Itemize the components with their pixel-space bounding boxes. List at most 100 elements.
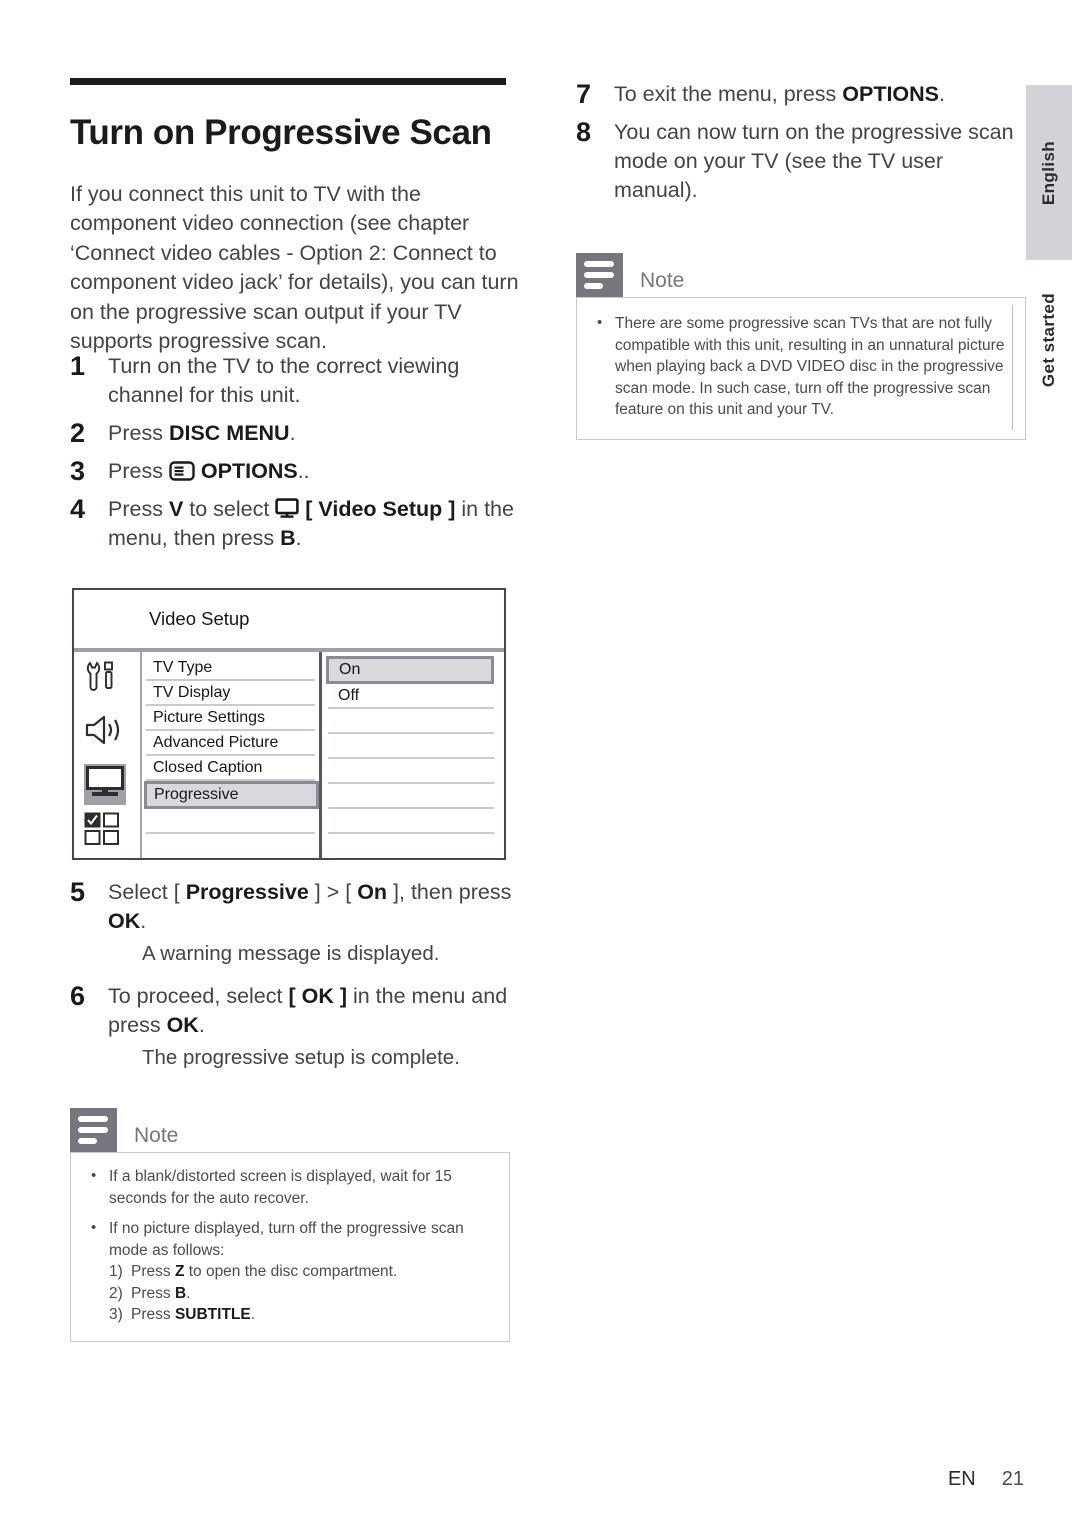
- step-text-plain: Press: [108, 497, 169, 521]
- menu-item-label: [ OK ]: [288, 984, 347, 1008]
- note-icon: [576, 253, 623, 297]
- step-number: 3: [70, 456, 86, 486]
- osd-item[interactable]: TV Type: [146, 656, 315, 681]
- step-number: 8: [576, 117, 592, 147]
- step-text-plain: To proceed, select: [108, 984, 289, 1008]
- note-body: If a blank/distorted screen is displayed…: [70, 1152, 510, 1342]
- title-rule: [70, 78, 506, 85]
- side-tab-section: Get started: [1026, 270, 1072, 410]
- step-text-plain: To exit the menu, press: [614, 82, 843, 106]
- step-text-tail: ], then press: [387, 880, 512, 904]
- note-box-right: Note There are some progressive scan TVs…: [576, 253, 1026, 440]
- step-text-mid: ] > [: [308, 880, 358, 904]
- note-bullet: If a blank/distorted screen is displayed…: [87, 1165, 493, 1209]
- note-sub-text: Press: [131, 1263, 175, 1280]
- intro-paragraph: If you connect this unit to TV with the …: [70, 181, 519, 354]
- tv-monitor-icon: [275, 498, 299, 519]
- page-title: Turn on Progressive Scan: [70, 113, 492, 153]
- note-body: There are some progressive scan TVs that…: [576, 297, 1026, 440]
- step-result-text: The progressive setup is complete.: [142, 1046, 460, 1069]
- osd-value[interactable]: Off: [328, 684, 494, 709]
- step-item: 5 Select [ Progressive ] > [ On ], then …: [70, 878, 518, 968]
- key-label: OK: [108, 909, 141, 933]
- osd-item[interactable]: TV Display: [146, 681, 315, 706]
- osd-item-empty: [146, 809, 315, 834]
- step-text-plain: You can now turn on the progressive scan…: [614, 120, 1014, 202]
- note-sub-tail: .: [250, 1306, 256, 1323]
- osd-item[interactable]: Closed Caption: [146, 756, 315, 781]
- step-item: 4 Press V to select [ Video Setup ] in t…: [70, 495, 518, 553]
- options-menu-icon: [169, 461, 195, 481]
- osd-title: Video Setup: [149, 608, 250, 629]
- side-tab-language: English: [1026, 85, 1072, 260]
- side-tab-language-label: English: [1039, 140, 1058, 205]
- tv-video-icon[interactable]: [84, 764, 126, 805]
- osd-value-empty: [328, 709, 494, 734]
- osd-item[interactable]: Picture Settings: [146, 706, 315, 731]
- tools-setup-icon[interactable]: [84, 660, 122, 699]
- key-label: OPTIONS: [200, 459, 298, 483]
- key-label-nav: V: [168, 497, 184, 521]
- osd-value-selected[interactable]: On: [326, 656, 494, 684]
- step-text-tail: ..: [297, 459, 310, 483]
- note-label: Note: [134, 1124, 179, 1147]
- step-result-text: A warning message is displayed.: [142, 942, 440, 965]
- menu-value-label: On: [357, 880, 388, 904]
- osd-item[interactable]: Advanced Picture: [146, 731, 315, 756]
- step-text-mid: to select: [183, 497, 276, 521]
- speaker-audio-icon[interactable]: [84, 714, 128, 751]
- steps-list-left-bottom: 5 Select [ Progressive ] > [ On ], then …: [70, 878, 518, 1081]
- video-setup-menu-screenshot: Video Setup TV Type TV Display Picture S…: [72, 588, 506, 860]
- osd-header: Video Setup: [74, 590, 504, 652]
- menu-path-label: [ Video Setup ]: [305, 497, 456, 521]
- note-sub-tail: to open the disc compartment.: [184, 1263, 398, 1280]
- step-number: 7: [576, 79, 592, 109]
- note-list: There are some progressive scan TVs that…: [593, 312, 1007, 421]
- step-text-plain: Press: [108, 421, 169, 445]
- key-label: DISC MENU: [168, 421, 290, 445]
- step-number: 6: [70, 981, 86, 1011]
- note-sub-number: 3): [109, 1306, 123, 1323]
- step-item: 3 Press OPTIONS..: [70, 457, 518, 486]
- footer-page-number: 21: [1001, 1468, 1024, 1490]
- step-item: 6 To proceed, select [ OK ] in the menu …: [70, 982, 518, 1072]
- note-icon: [70, 1108, 117, 1152]
- note-sub-text: Press: [131, 1306, 175, 1323]
- osd-value-empty: [328, 834, 494, 859]
- step-number: 5: [70, 877, 86, 907]
- step-item: 1 Turn on the TV to the correct viewing …: [70, 352, 518, 410]
- osd-item-selected[interactable]: Progressive: [144, 781, 319, 809]
- note-label: Note: [640, 269, 685, 292]
- note-sub-text: Press: [131, 1284, 175, 1302]
- note-sub-steps: 1) Press Z to open the disc compartment. …: [87, 1261, 493, 1326]
- footer-language-code: EN: [947, 1468, 976, 1490]
- note-box-left: Note If a blank/distorted screen is disp…: [70, 1108, 510, 1342]
- step-text: To proceed, select [ OK ] in the menu an…: [108, 982, 518, 1072]
- note-header: Note: [576, 253, 1026, 297]
- side-tab-divider: [1012, 305, 1013, 430]
- key-label: OPTIONS: [842, 82, 940, 106]
- step-text: Select [ Progressive ] > [ On ], then pr…: [108, 878, 518, 968]
- step-text-period: .: [140, 909, 147, 933]
- osd-value-empty: [328, 759, 494, 784]
- note-sub-tail: .: [186, 1284, 191, 1302]
- note-list: If a blank/distorted screen is displayed…: [87, 1165, 493, 1261]
- step-text: Press DISC MENU.: [108, 419, 518, 448]
- osd-value-column: On Off: [322, 652, 504, 858]
- note-sub-step: 2) Press B.: [109, 1283, 493, 1305]
- key-label: OK: [166, 1013, 199, 1037]
- checkbox-grid-icon[interactable]: [84, 812, 122, 851]
- step-number: 4: [70, 494, 86, 524]
- step-text: Turn on the TV to the correct viewing ch…: [108, 352, 518, 410]
- note-bullet: If no picture displayed, turn off the pr…: [87, 1217, 493, 1261]
- steps-list-left-top: 1 Turn on the TV to the correct viewing …: [70, 352, 518, 562]
- menu-item-label: Progressive: [185, 880, 309, 904]
- step-text-tail: .: [289, 421, 296, 445]
- step-text: To exit the menu, press OPTIONS.: [614, 80, 1026, 109]
- page-footer: EN 21: [948, 1468, 1024, 1491]
- steps-list-right: 7 To exit the menu, press OPTIONS. 8 You…: [576, 80, 1026, 214]
- step-text: Press V to select [ Video Setup ] in the…: [108, 495, 518, 553]
- key-label-nav: B: [280, 526, 296, 550]
- step-text-plain: Turn on the TV to the correct viewing ch…: [108, 354, 460, 407]
- step-item: 8 You can now turn on the progressive sc…: [576, 118, 1026, 205]
